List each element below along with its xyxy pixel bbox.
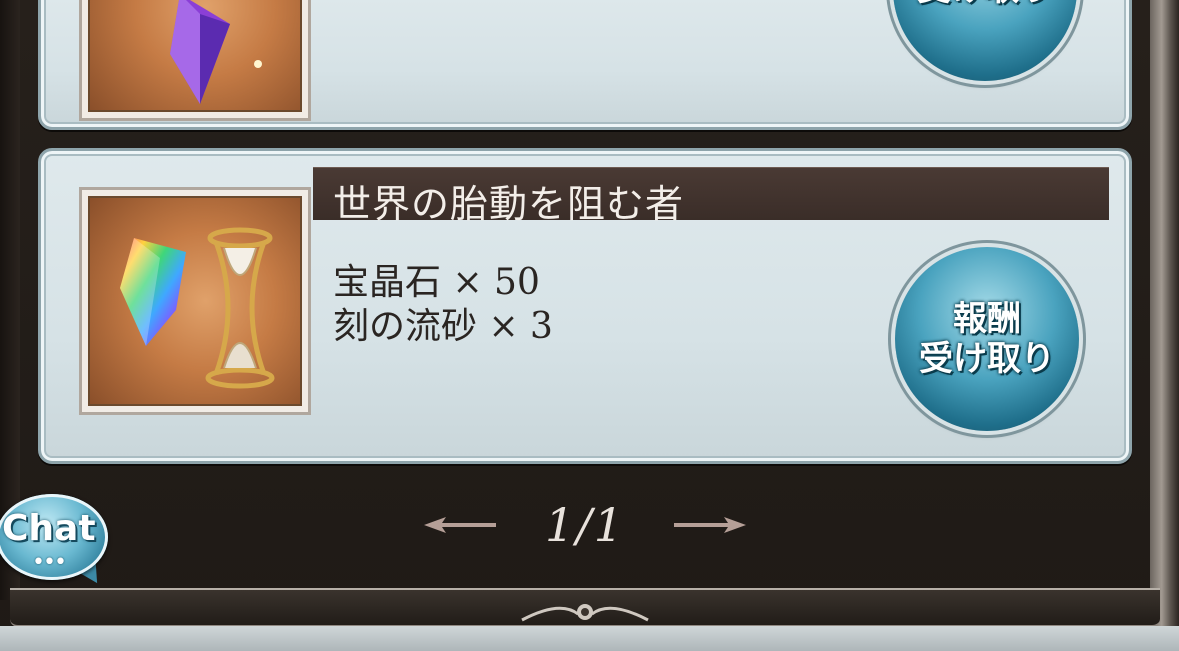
reward-item-line: 刻の流砂 × 3 bbox=[333, 306, 553, 347]
reward-thumbnail bbox=[79, 187, 311, 415]
chevron-right-icon[interactable] bbox=[670, 514, 750, 536]
pagination: 1/1 bbox=[420, 498, 750, 552]
claim-button-line2: 受け取り bbox=[917, 0, 1053, 9]
chat-label: Chat bbox=[2, 508, 96, 549]
reward-title: 世界の胎動を阻む者 bbox=[333, 182, 685, 226]
chat-button[interactable]: Chat ••• bbox=[0, 494, 116, 591]
chat-dots: ••• bbox=[32, 550, 67, 575]
claim-button-line1: 報酬 bbox=[953, 299, 1021, 339]
screen-bottom-strip bbox=[0, 626, 1179, 651]
crystal-icon bbox=[88, 0, 302, 112]
claim-button-line2: 受け取り bbox=[919, 339, 1055, 379]
reward-card-2: 世界の胎動を阻む者 宝晶石 × 50 刻の流砂 × 3 報酬 受け取り bbox=[38, 148, 1132, 464]
ornament-icon bbox=[521, 604, 649, 622]
reward-thumbnail bbox=[79, 0, 311, 121]
claim-reward-button[interactable]: 報酬 受け取り bbox=[895, 247, 1079, 431]
hourglass-icon bbox=[205, 227, 275, 389]
frame-right-border bbox=[1150, 0, 1179, 651]
reward-card-1: 受け取り bbox=[38, 0, 1132, 130]
claim-reward-button[interactable]: 受け取り bbox=[893, 0, 1077, 81]
reward-item-image bbox=[88, 196, 302, 406]
crystal-icon bbox=[120, 238, 186, 346]
chevron-left-icon[interactable] bbox=[420, 514, 500, 536]
page-indicator: 1/1 bbox=[544, 498, 626, 552]
